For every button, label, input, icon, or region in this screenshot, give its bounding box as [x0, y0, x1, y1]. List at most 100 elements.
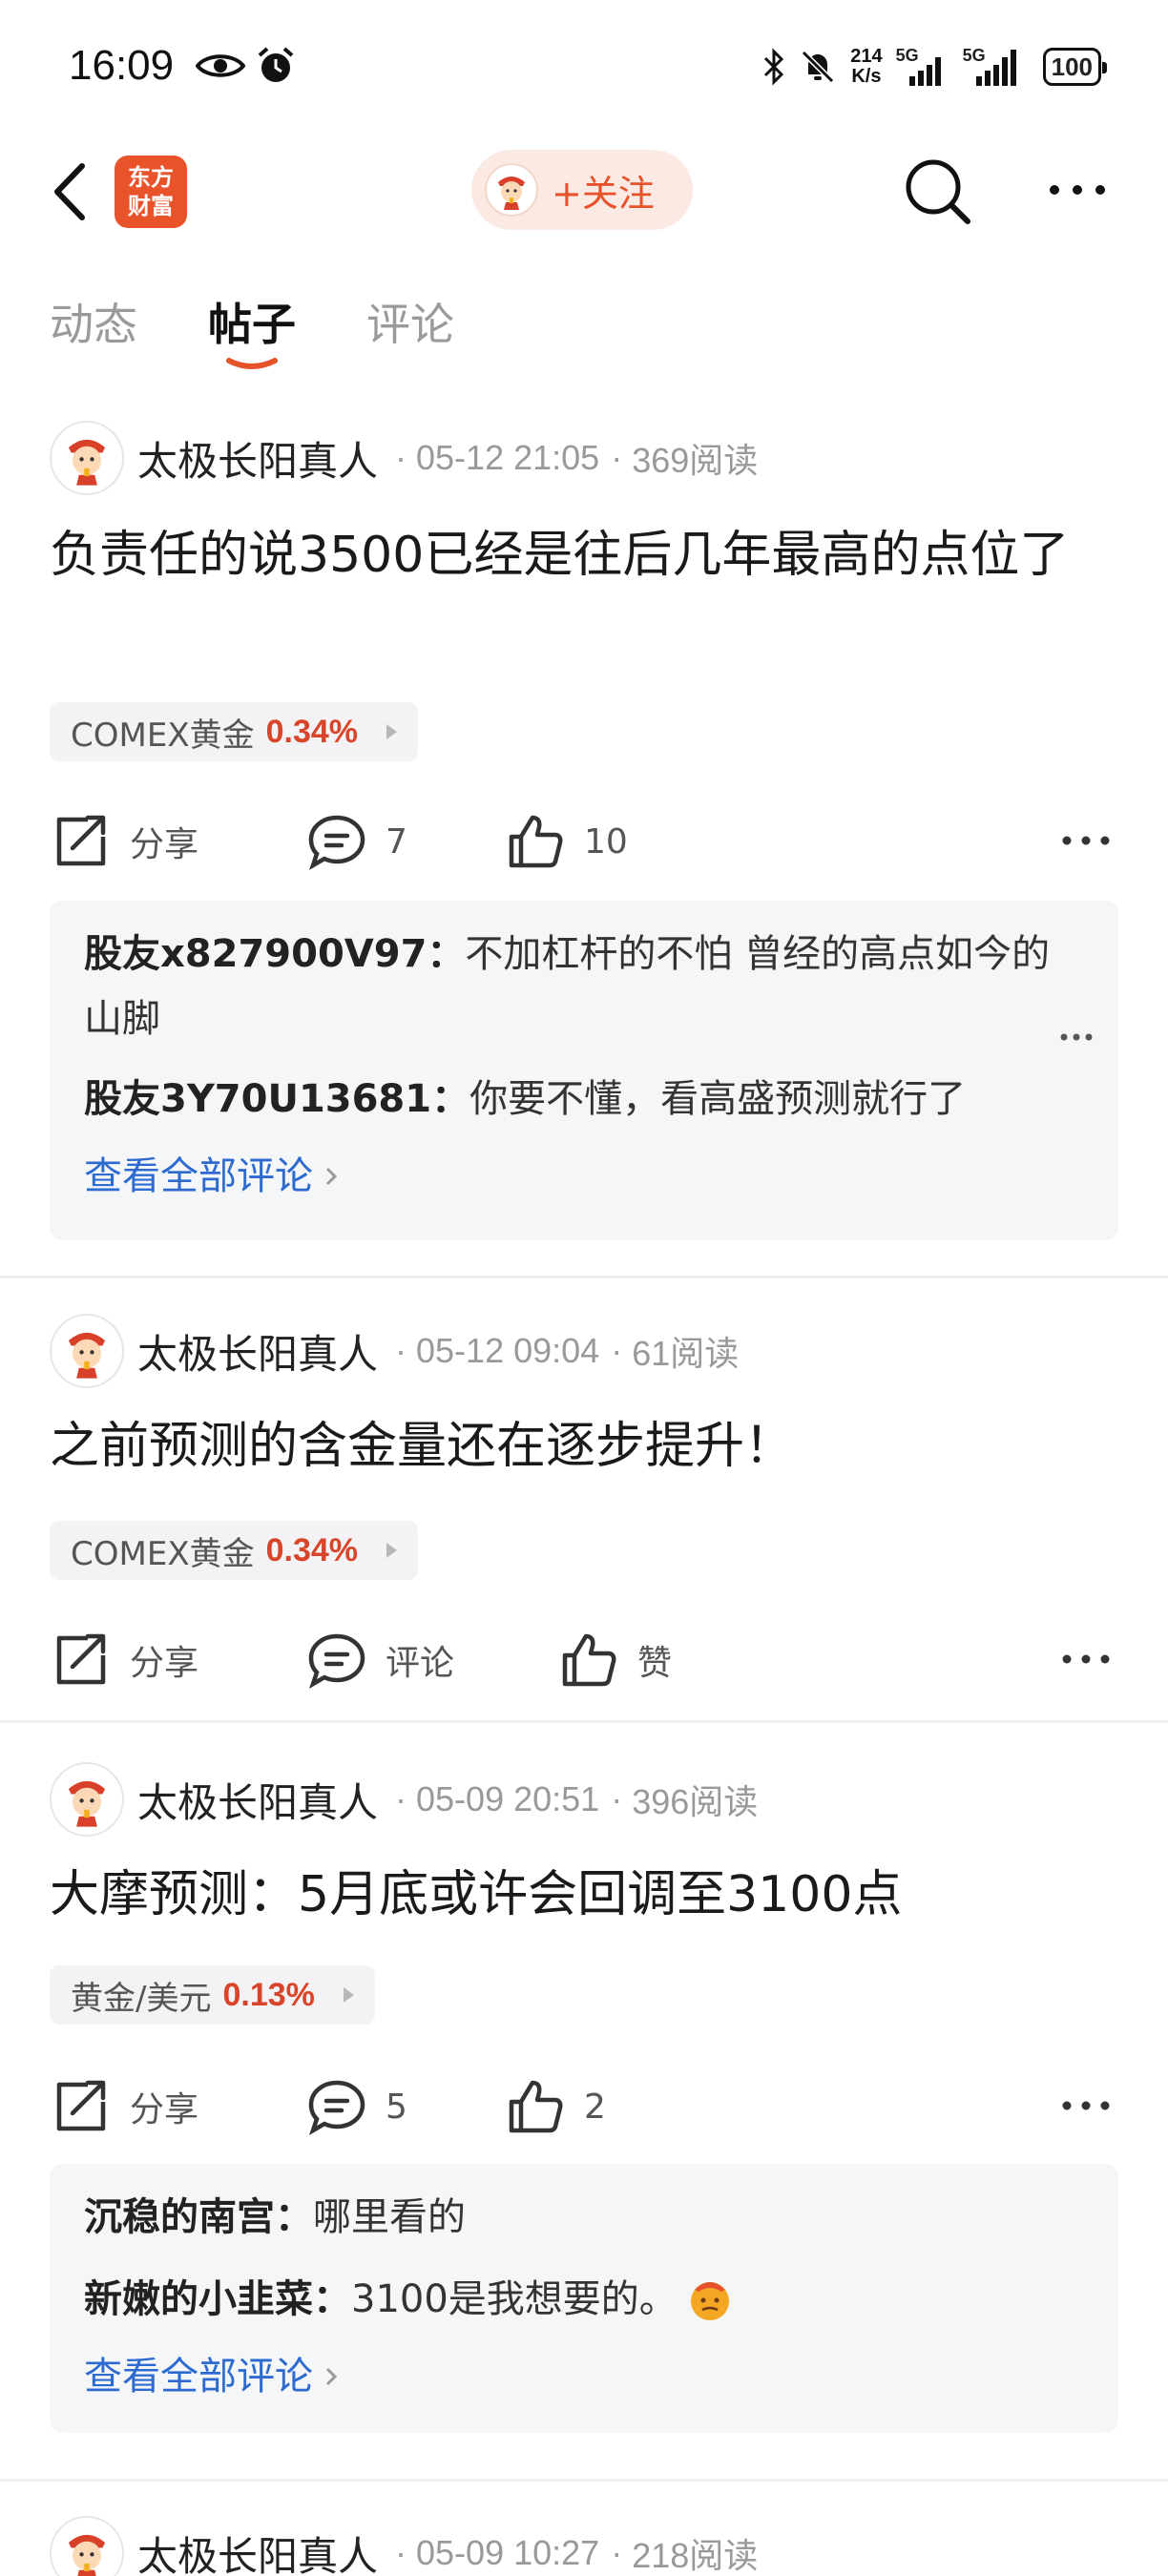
back-icon[interactable] [48, 158, 95, 225]
battery-icon: 100 [1042, 48, 1108, 86]
tab-comments[interactable]: 评论 [366, 290, 454, 353]
god-of-wealth-avatar-icon [68, 2534, 106, 2576]
post-actions: 分享 7 10 [0, 803, 1168, 880]
status-right: 214 K/s 5G 5G 100 [762, 40, 1108, 93]
comment-button[interactable]: 5 [305, 2068, 407, 2145]
author-name[interactable]: 太极长阳真人 [137, 2524, 378, 2576]
post-actions: 分享 5 2 [0, 2068, 1168, 2145]
stock-change: 0.13% [222, 1976, 315, 2013]
post-header: 太极长阳真人 · 05-09 20:51 · 396阅读 [50, 1761, 758, 1838]
chevron-right-icon [325, 1167, 338, 1186]
read-count: 61阅读 [632, 1334, 740, 1373]
meta-separator: · [395, 1331, 407, 1370]
network-type: 5G [962, 46, 986, 65]
search-icon[interactable] [901, 155, 973, 227]
view-all-comments-link[interactable]: 查看全部评论 [84, 2343, 1084, 2410]
share-label: 分享 [130, 1644, 199, 1683]
post-header: 太极长阳真人 · 05-09 10:27 · 218阅读 [50, 2515, 758, 2576]
expand-ellipsis-icon[interactable] [1059, 1032, 1094, 1042]
tab-bar: 动态 帖子 评论 [0, 275, 1168, 380]
comment-item[interactable]: 股友x827900V97：不加杠杆的不怕 曾经的高点如今的山脚 [84, 922, 1093, 1051]
post-title[interactable]: 大摩预测：5月底或许会回调至3100点 [50, 1859, 1118, 1931]
avatar [485, 163, 538, 217]
comment-user[interactable]: 股友3Y70U13681 [84, 1077, 431, 1121]
god-of-wealth-avatar-icon [68, 1332, 106, 1379]
post-title[interactable]: 负责任的说3500已经是往后几年最高的点位了 [50, 519, 1118, 592]
comment-sep: ： [313, 2277, 351, 2321]
status-bar: 16:09 214 K/s 5G 5G 100 [0, 0, 1168, 134]
meta-separator: · [611, 1331, 623, 1370]
comment-button[interactable]: 7 [305, 803, 407, 880]
share-label: 分享 [130, 2090, 199, 2129]
battery-level: 100 [1051, 52, 1093, 81]
like-count: 2 [584, 2087, 606, 2127]
author-avatar[interactable] [50, 1314, 124, 1388]
stock-tag[interactable]: 黄金/美元 0.13% [50, 1965, 375, 2025]
stock-tag[interactable]: COMEX黄金 0.34% [50, 702, 419, 761]
play-arrow-icon [386, 724, 398, 739]
post-header: 太极长阳真人 · 05-12 09:04 · 61阅读 [50, 1313, 739, 1389]
mute-bell-icon [802, 50, 835, 84]
post-title[interactable]: 之前预测的含金量还在逐步提升！ [50, 1410, 1118, 1483]
comment-item[interactable]: 新嫩的小韭菜： 3100是我想要的。 [84, 2267, 1084, 2332]
app-logo[interactable]: 东方 财富 [115, 156, 187, 228]
view-all-comments-link[interactable]: 查看全部评论 [84, 1143, 1084, 1210]
like-button[interactable]: 10 [504, 803, 628, 880]
thumbs-up-icon [509, 2080, 563, 2133]
like-button[interactable]: 2 [504, 2068, 606, 2145]
more-icon[interactable] [1061, 1652, 1111, 1666]
more-icon[interactable] [1061, 834, 1111, 847]
god-of-wealth-avatar-icon [68, 439, 106, 486]
like-button[interactable]: 赞 [557, 1622, 672, 1698]
more-icon[interactable] [1061, 2099, 1111, 2112]
comment-item[interactable]: 股友3Y70U13681：你要不懂，看高盛预测就行了 [84, 1067, 1084, 1132]
author-name[interactable]: 太极长阳真人 [137, 1322, 378, 1381]
chevron-right-icon [325, 2367, 338, 2386]
tab-posts[interactable]: 帖子 [208, 290, 296, 353]
more-icon[interactable] [1046, 181, 1109, 198]
author-name[interactable]: 太极长阳真人 [137, 1771, 378, 1829]
author-name[interactable]: 太极长阳真人 [137, 429, 378, 488]
meta-separator: · [611, 2533, 623, 2572]
share-button[interactable]: 分享 [50, 2068, 198, 2145]
speed-value: 214 [850, 46, 883, 67]
comment-user[interactable]: 新嫩的小韭菜 [84, 2267, 313, 2332]
author-avatar[interactable] [50, 1762, 124, 1837]
post-header: 太极长阳真人 · 05-12 21:05 · 369阅读 [50, 420, 758, 496]
divider [0, 2479, 1168, 2482]
comment-button[interactable]: 评论 [305, 1622, 454, 1698]
author-avatar[interactable] [50, 421, 124, 495]
eye-icon [196, 54, 245, 77]
share-button[interactable]: 分享 [50, 1622, 198, 1698]
comment-item[interactable]: 沉稳的南宫：哪里看的 [84, 2185, 1084, 2250]
view-all-label: 查看全部评论 [84, 2355, 313, 2399]
logo-text: 东方 [128, 164, 174, 191]
meta-separator: · [611, 438, 623, 477]
network-speed: 214 K/s [850, 47, 882, 87]
comment-user[interactable]: 股友x827900V97 [84, 932, 427, 976]
comment-user[interactable]: 沉稳的南宫 [84, 2195, 275, 2239]
comment-count: 5 [386, 2087, 407, 2127]
stock-tag[interactable]: COMEX黄金 0.34% [50, 1521, 419, 1580]
comment-count: 7 [386, 821, 407, 862]
view-all-label: 查看全部评论 [84, 1154, 313, 1198]
follow-button[interactable]: +关注 [471, 150, 693, 230]
stock-change: 0.34% [265, 1531, 359, 1568]
share-button[interactable]: 分享 [50, 803, 198, 880]
post-card: 太极长阳真人 · 05-12 09:04 · 61阅读 之前预测的含金量还在逐步… [0, 1313, 1168, 1714]
comment-text: 哪里看的 [313, 2195, 466, 2239]
comment-sep: ： [431, 1077, 470, 1121]
signal-icon: 5G [896, 46, 949, 86]
comment-preview: 沉稳的南宫：哪里看的 新嫩的小韭菜： 3100是我想要的。 查看全部评论 [50, 2164, 1118, 2433]
meta-separator: · [395, 438, 407, 477]
tab-dynamics[interactable]: 动态 [50, 290, 137, 353]
divider [0, 1720, 1168, 1723]
author-avatar[interactable] [50, 2516, 124, 2576]
post-date: 05-12 09:04 [416, 1331, 600, 1370]
comment-sep: ： [427, 932, 466, 976]
play-arrow-icon [386, 1543, 398, 1558]
logo-text: 财富 [128, 193, 174, 219]
bluetooth-icon [764, 48, 784, 86]
post-card: 太极长阳真人 · 05-12 21:05 · 369阅读 负责任的说3500已经… [0, 420, 1168, 1278]
alarm-icon [258, 47, 294, 82]
